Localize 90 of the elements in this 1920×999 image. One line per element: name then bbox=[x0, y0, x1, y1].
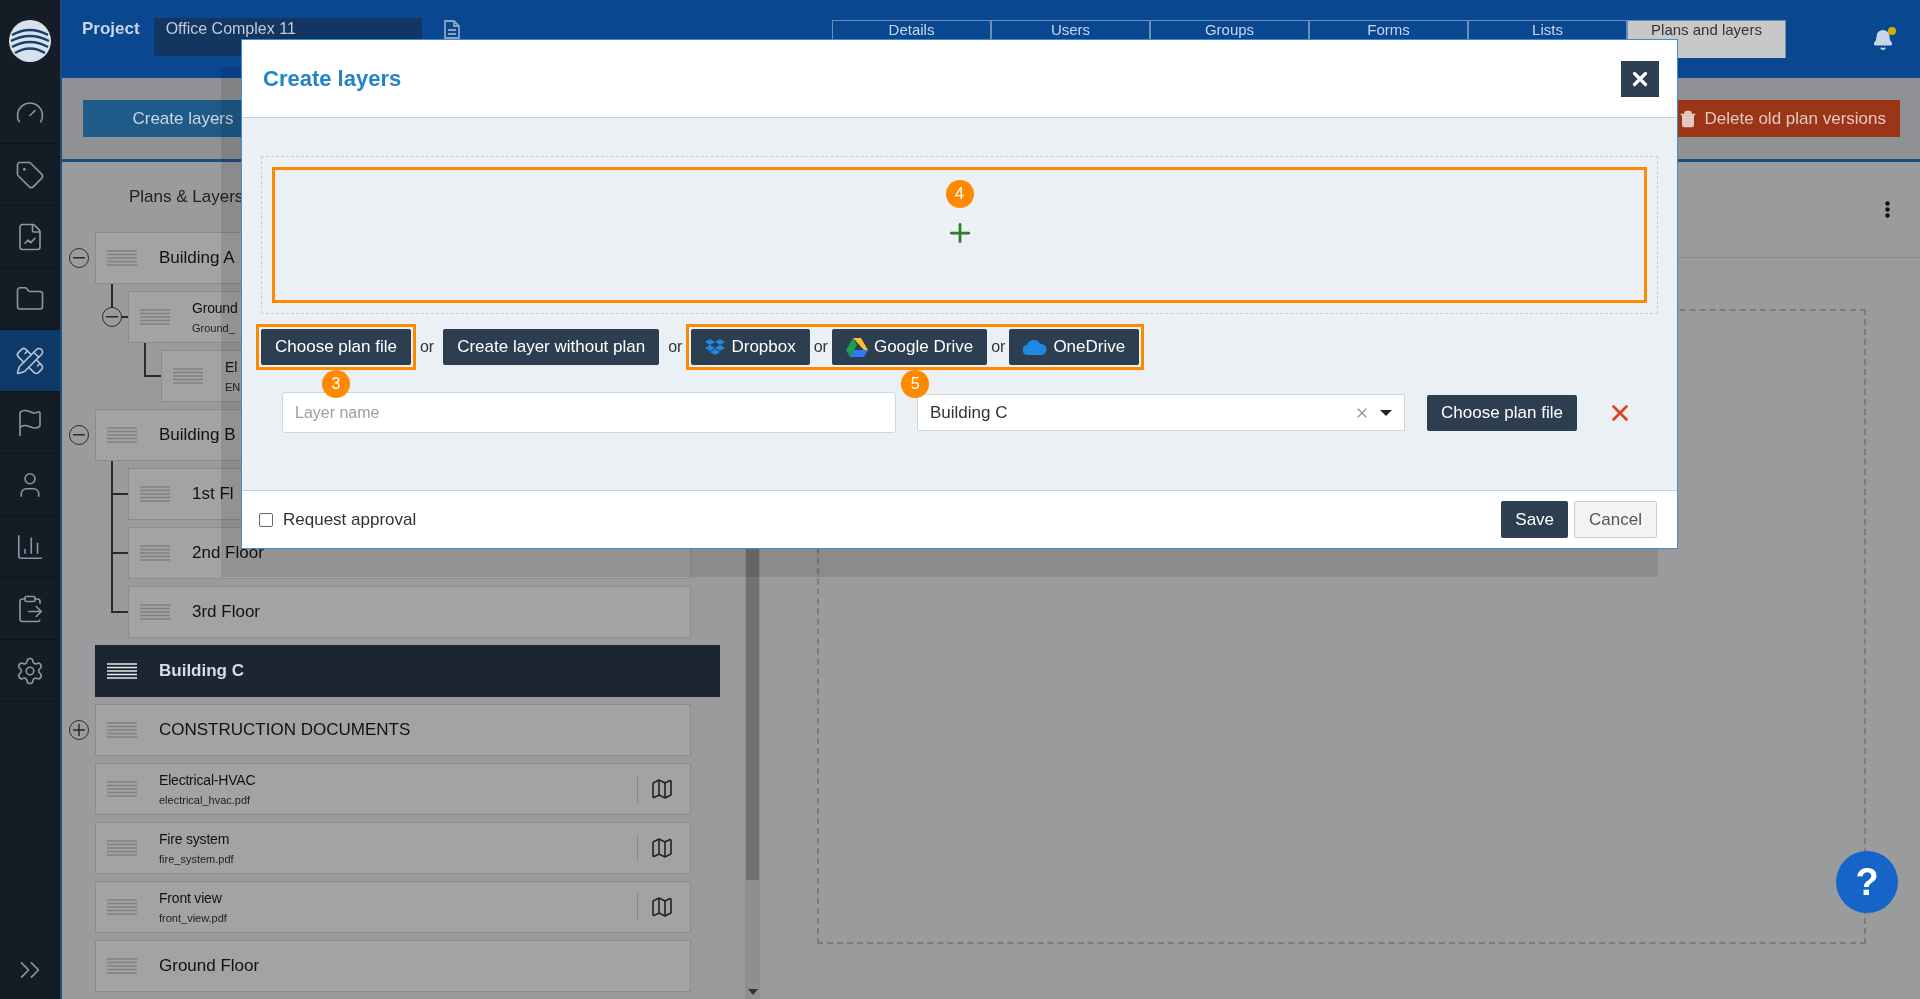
collapse-toggle[interactable] bbox=[101, 307, 122, 327]
row-subtitle: front_view.pdf bbox=[159, 912, 227, 924]
settings-icon bbox=[15, 655, 45, 686]
help-button[interactable]: ? bbox=[1836, 851, 1898, 913]
or-separator: or bbox=[813, 338, 828, 356]
more-button[interactable] bbox=[1885, 201, 1890, 218]
row-title: 2nd Floor bbox=[192, 543, 264, 563]
triangle-logo-icon bbox=[845, 337, 868, 357]
drag-handle-icon[interactable] bbox=[107, 899, 137, 915]
dialog-title: Create layers bbox=[263, 65, 402, 92]
minus-icon bbox=[72, 257, 85, 259]
cancel-button[interactable]: Cancel bbox=[1574, 501, 1657, 538]
drag-handle-icon[interactable] bbox=[140, 545, 170, 561]
action-button[interactable]: Choose plan file bbox=[261, 329, 411, 365]
callout-badge: 4 bbox=[945, 180, 974, 208]
row-subtitle: EN bbox=[225, 381, 241, 393]
drag-handle-icon[interactable] bbox=[140, 486, 170, 502]
row-title: Building C bbox=[159, 661, 244, 681]
panel-title: Plans & Layers bbox=[128, 186, 245, 208]
drag-handle-icon[interactable] bbox=[107, 427, 137, 443]
drag-handle-icon[interactable] bbox=[107, 958, 137, 974]
checkbox[interactable] bbox=[259, 512, 273, 527]
layer-name-field[interactable]: Layer name bbox=[282, 392, 896, 433]
checkbox-label: Request approval bbox=[283, 509, 417, 530]
cloud-source-button[interactable]: Google Drive bbox=[831, 329, 988, 365]
minus-icon bbox=[72, 434, 85, 436]
or-separator: or bbox=[668, 338, 683, 356]
row-subtitle: Ground_ bbox=[192, 322, 235, 334]
map-icon bbox=[650, 836, 674, 860]
request-approval-checkbox[interactable]: Request approval bbox=[259, 509, 417, 530]
notification-dot bbox=[1888, 27, 1896, 35]
row-title: Electrical-HVAC bbox=[159, 772, 256, 788]
drag-handle-icon[interactable] bbox=[173, 368, 203, 384]
caret-icon bbox=[1380, 409, 1392, 416]
row-title: Ground Floor bbox=[159, 956, 260, 976]
row-title: Building B bbox=[159, 425, 236, 445]
tree-row[interactable]: 3rd Floor bbox=[128, 586, 691, 638]
row-title: 3rd Floor bbox=[192, 602, 261, 622]
tree-row[interactable]: Building C bbox=[95, 645, 720, 697]
diamond-logo-icon bbox=[705, 338, 726, 356]
notifications-button[interactable] bbox=[1872, 29, 1894, 51]
callout-badge: 5 bbox=[901, 370, 930, 398]
cloud-icon bbox=[1023, 339, 1048, 355]
tag-icon bbox=[15, 159, 45, 190]
row-subtitle: fire_system.pdf bbox=[159, 853, 234, 865]
callout-badge: 3 bbox=[321, 370, 350, 398]
row-title: Ground bbox=[192, 300, 238, 316]
close-button[interactable] bbox=[1621, 60, 1659, 97]
map-icon bbox=[650, 777, 674, 801]
action-button[interactable]: Create layer without plan bbox=[443, 329, 660, 365]
collapse-toggle[interactable] bbox=[68, 425, 89, 445]
expand-toggle[interactable] bbox=[68, 720, 89, 740]
plus-icon bbox=[72, 724, 85, 736]
row-title: Building A bbox=[159, 248, 235, 268]
logo-icon bbox=[8, 19, 52, 63]
document-icon[interactable] bbox=[443, 20, 460, 39]
map-icon bbox=[650, 895, 674, 919]
save-button[interactable]: Save bbox=[1501, 501, 1569, 538]
drag-handle-icon[interactable] bbox=[140, 604, 170, 620]
drag-handle-icon[interactable] bbox=[107, 840, 137, 856]
trash-icon bbox=[1678, 109, 1697, 128]
tree-row[interactable]: Fire system fire_system.pdf bbox=[95, 822, 691, 874]
row-title: CONSTRUCTION DOCUMENTS bbox=[159, 720, 411, 740]
drag-handle-icon[interactable] bbox=[140, 309, 170, 325]
parent-select[interactable]: Building C bbox=[917, 394, 1405, 431]
tree-row[interactable]: CONSTRUCTION DOCUMENTS bbox=[95, 704, 691, 756]
tree-row[interactable]: Front view front_view.pdf bbox=[95, 881, 691, 933]
drag-handle-icon[interactable] bbox=[107, 722, 137, 738]
or-separator: or bbox=[419, 338, 435, 356]
collapse-toggle[interactable] bbox=[68, 248, 89, 268]
tree-row[interactable]: Ground Floor bbox=[95, 940, 691, 992]
cloud-source-button[interactable]: OneDrive bbox=[1009, 329, 1140, 365]
cloud-source-button[interactable]: Dropbox bbox=[691, 329, 810, 365]
pencil-ruler-icon bbox=[15, 345, 45, 376]
drag-handle-icon[interactable] bbox=[107, 250, 137, 266]
tree-row[interactable]: Electrical-HVAC electrical_hvac.pdf bbox=[95, 763, 691, 815]
row-subtitle: electrical_hvac.pdf bbox=[159, 794, 251, 806]
project-label: Project bbox=[82, 19, 140, 39]
row-title: Front view bbox=[159, 890, 222, 906]
drag-handle-icon[interactable] bbox=[107, 781, 137, 797]
bell-icon bbox=[1872, 29, 1894, 51]
or-separator: or bbox=[991, 338, 1006, 356]
kebab-icon bbox=[1885, 201, 1890, 218]
drag-handle-icon[interactable] bbox=[107, 663, 137, 679]
row-title: 1st Fl bbox=[192, 484, 234, 504]
minus-icon bbox=[105, 316, 118, 318]
nav-item[interactable] bbox=[0, 330, 60, 392]
choose-file-button[interactable]: Choose plan file bbox=[1427, 394, 1577, 431]
row-title: El bbox=[225, 359, 238, 375]
row-title: Fire system bbox=[159, 831, 230, 847]
